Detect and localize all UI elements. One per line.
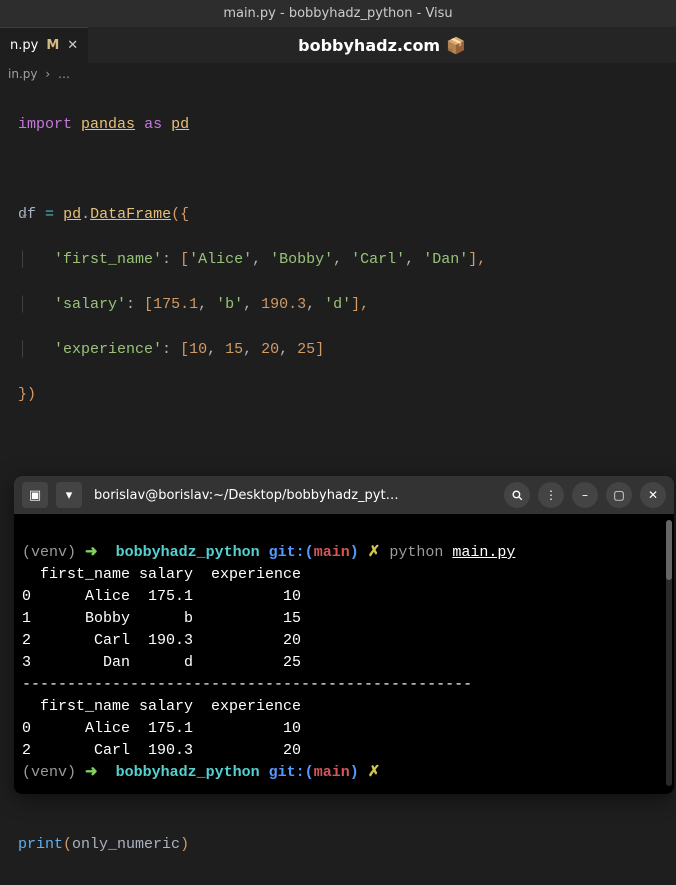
tab-close-icon[interactable]: ✕ — [67, 38, 78, 53]
maximize-icon[interactable]: ▢ — [606, 482, 632, 508]
code-line: │ 'first_name': ['Alice', 'Bobby', 'Carl… — [18, 249, 658, 272]
terminal-line: 2 Carl 190.3 20 — [22, 742, 301, 759]
code-line: }) — [18, 384, 658, 407]
breadcrumb-sep: › — [45, 67, 50, 81]
banner-icon: 📦 — [446, 36, 466, 55]
code-line — [18, 159, 658, 182]
terminal-line: (venv) ➜ bobbyhadz_python git:(main) ✗ — [22, 764, 380, 781]
terminal-titlebar[interactable]: ▣ ▾ borislav@borislav:~/Desktop/bobbyhad… — [14, 476, 674, 514]
tab-filename: n.py — [10, 38, 38, 53]
window-title: main.py - bobbyhadz_python - Visu — [223, 6, 452, 21]
fold-icon[interactable]: ⌄ — [20, 204, 29, 227]
code-line: │ 'salary': [175.1, 'b', 190.3, 'd'], — [18, 294, 658, 317]
breadcrumb[interactable]: in.py › … — [0, 63, 676, 85]
breadcrumb-more: … — [58, 67, 70, 81]
terminal-line: 1 Bobby b 15 — [22, 610, 301, 627]
terminal-window: ▣ ▾ borislav@borislav:~/Desktop/bobbyhad… — [14, 476, 674, 794]
banner: bobbyhadz.com 📦 — [88, 27, 676, 63]
terminal-line: first_name salary experience — [22, 566, 301, 583]
terminal-dropdown-icon[interactable]: ▾ — [56, 482, 82, 508]
terminal-title: borislav@borislav:~/Desktop/bobbyhadz_py… — [94, 488, 496, 503]
breadcrumb-file: in.py — [8, 67, 37, 81]
banner-text: bobbyhadz.com — [298, 36, 440, 55]
terminal-body[interactable]: (venv) ➜ bobbyhadz_python git:(main) ✗ p… — [14, 514, 674, 794]
terminal-line: 3 Dan d 25 — [22, 654, 301, 671]
tab-modified-marker: M — [46, 38, 59, 53]
code-line: import pandas as pd — [18, 114, 658, 137]
terminal-line: first_name salary experience — [22, 698, 301, 715]
terminal-line: 0 Alice 175.1 10 — [22, 720, 301, 737]
menu-icon[interactable]: ⋮ — [538, 482, 564, 508]
search-icon[interactable] — [504, 482, 530, 508]
minimize-icon[interactable]: – — [572, 482, 598, 508]
tab-strip: n.py M ✕ bobbyhadz.com 📦 — [0, 27, 676, 63]
active-tab[interactable]: n.py M ✕ — [0, 27, 88, 63]
terminal-scrollbar[interactable] — [666, 520, 672, 786]
code-line: ⌄df = pd.DataFrame({ — [18, 204, 658, 227]
scrollbar-thumb[interactable] — [666, 520, 672, 580]
terminal-line: 2 Carl 190.3 20 — [22, 632, 301, 649]
terminal-line: ----------------------------------------… — [22, 676, 472, 693]
terminal-line: 0 Alice 175.1 10 — [22, 588, 301, 605]
close-icon[interactable]: ✕ — [640, 482, 666, 508]
terminal-line: (venv) ➜ bobbyhadz_python git:(main) ✗ p… — [22, 544, 515, 561]
window-titlebar: main.py - bobbyhadz_python - Visu — [0, 0, 676, 27]
code-line: │ 'experience': [10, 15, 20, 25] — [18, 339, 658, 362]
code-line — [18, 429, 658, 452]
code-line: print(only_numeric) — [18, 834, 658, 857]
terminal-new-tab-icon[interactable]: ▣ — [22, 482, 48, 508]
